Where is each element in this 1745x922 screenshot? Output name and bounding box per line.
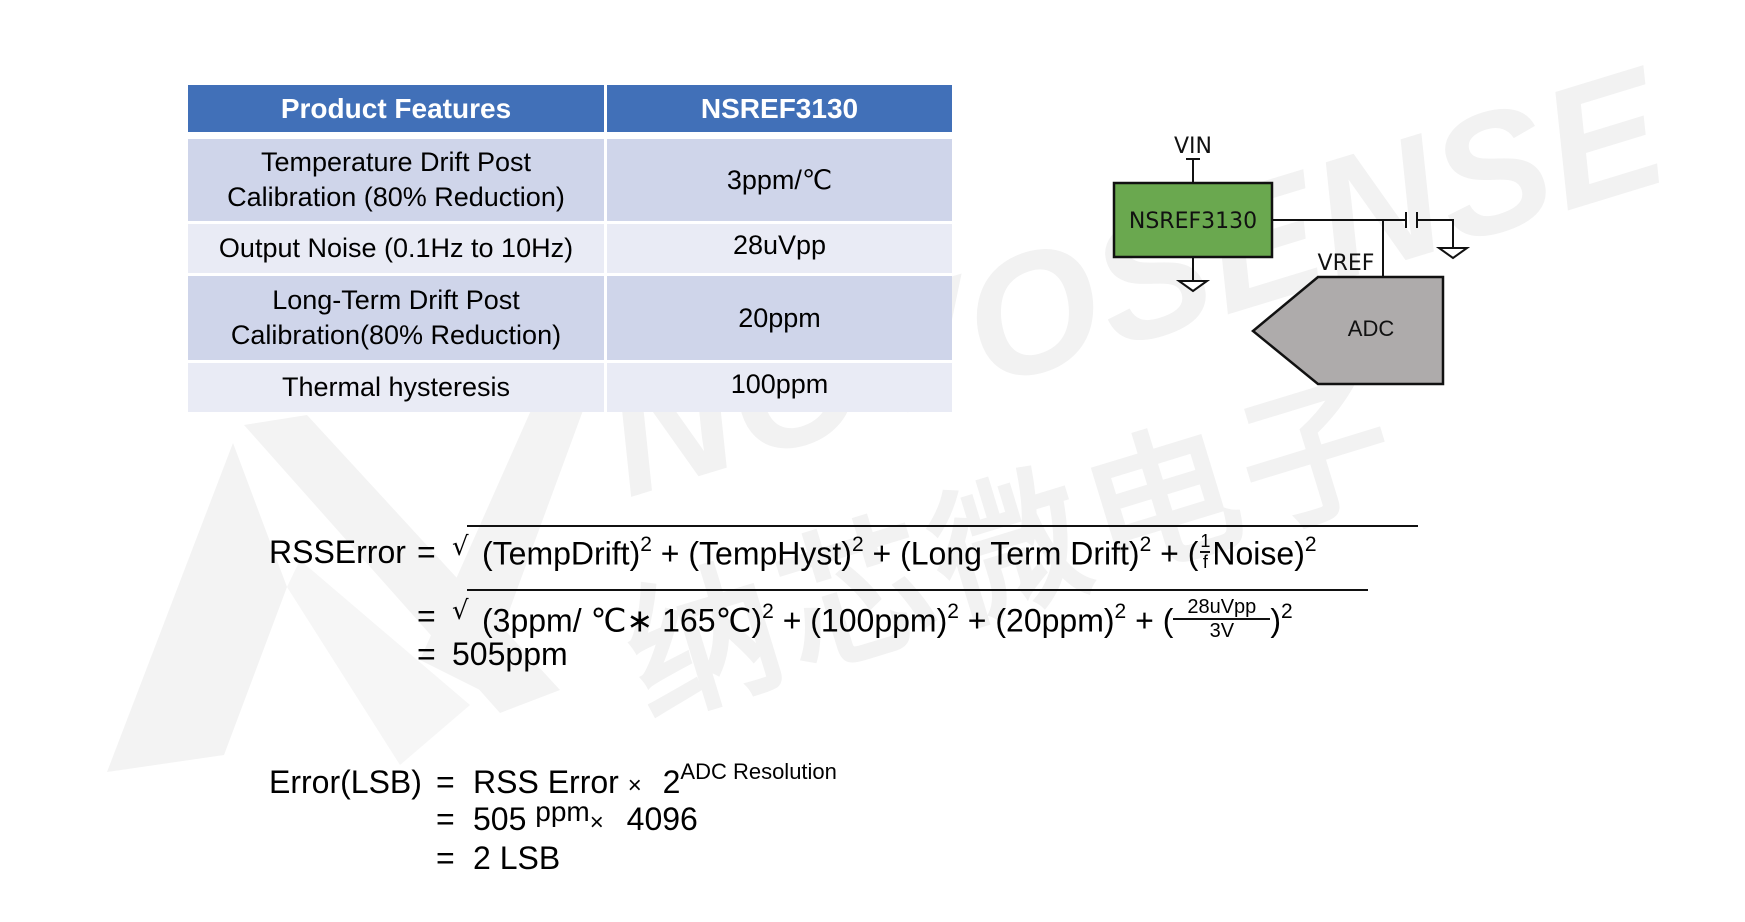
term: + (100ppm) [773, 602, 948, 639]
sqrt-overline [467, 525, 1418, 527]
rss-line1-expression: (TempDrift)2 + (TempHyst)2 + (Long Term … [482, 532, 1317, 575]
sqrt-icon: √ [452, 596, 469, 626]
power-exponent: ADC Resolution [680, 759, 837, 784]
equals-sign: = [436, 801, 455, 837]
rss-error-term: RSS Error [473, 764, 619, 800]
term: + (Long Term Drift) [863, 535, 1140, 572]
resolution-value: 4096 [626, 801, 698, 837]
fraction-numerator: 1 [1200, 531, 1211, 551]
term: + ( [1151, 535, 1199, 572]
term-exponent: 2 [640, 533, 652, 557]
equals-sign: = [436, 764, 455, 800]
rss-result: 505ppm [452, 636, 568, 672]
lsb-line2: 505 ppm× 4096 [473, 798, 698, 837]
rss-value: 505 [473, 801, 527, 837]
adc-label: ADC [1348, 316, 1395, 341]
term-exponent: 2 [1280, 600, 1293, 624]
power-base: 2 [662, 764, 681, 800]
term: ) [1270, 602, 1281, 639]
equals-sign: = [417, 534, 436, 570]
capacitor-ground-wire [1417, 219, 1454, 248]
equals-sign: = [417, 636, 436, 672]
vin-label: VIN [1174, 134, 1212, 159]
term-exponent: 2 [851, 533, 864, 557]
rss-lhs: RSSError [269, 534, 406, 570]
term-exponent: 2 [1304, 533, 1317, 557]
circuit-diagram: VIN NSREF3130 VREF ADC [1112, 134, 1471, 386]
term-exponent: 2 [947, 600, 959, 624]
ground-icon [1435, 247, 1471, 260]
term-exponent: 2 [762, 600, 774, 624]
multiply-sign: × [589, 809, 604, 836]
equals-sign: = [417, 598, 436, 634]
term-exponent: 2 [1114, 600, 1127, 624]
vref-label: VREF [1318, 251, 1375, 276]
sqrt-overline [467, 589, 1368, 591]
fraction: 28uVpp 3V [1173, 596, 1271, 642]
term: + (TempHyst) [651, 535, 852, 572]
lsb-lhs: Error(LSB) [269, 764, 422, 800]
term: Noise) [1212, 535, 1305, 572]
multiply-sign: × [627, 772, 642, 799]
term: + (20ppm) [958, 602, 1115, 639]
lsb-line1: RSS Error × 2ADC Resolution [473, 761, 837, 800]
lsb-result: 2 LSB [473, 840, 561, 876]
ground-icon [1175, 280, 1211, 293]
chip-label: NSREF3130 [1129, 209, 1257, 234]
term-exponent: 2 [1139, 533, 1152, 557]
equals-sign: = [436, 840, 455, 876]
fraction-numerator: 28uVpp [1187, 596, 1257, 618]
fraction: 1f [1200, 531, 1211, 572]
sqrt-icon: √ [452, 532, 469, 562]
term: (TempDrift) [482, 535, 641, 572]
unit: ppm [535, 796, 590, 827]
fraction-denominator: f [1202, 552, 1208, 572]
rss-line2-expression: (3ppm/ ℃∗ 165℃)2 + (100ppm)2 + (20ppm)2 … [482, 597, 1293, 645]
term: (3ppm/ ℃∗ 165℃) [482, 602, 763, 639]
term: + ( [1126, 602, 1174, 639]
fraction-denominator: 3V [1209, 620, 1235, 642]
